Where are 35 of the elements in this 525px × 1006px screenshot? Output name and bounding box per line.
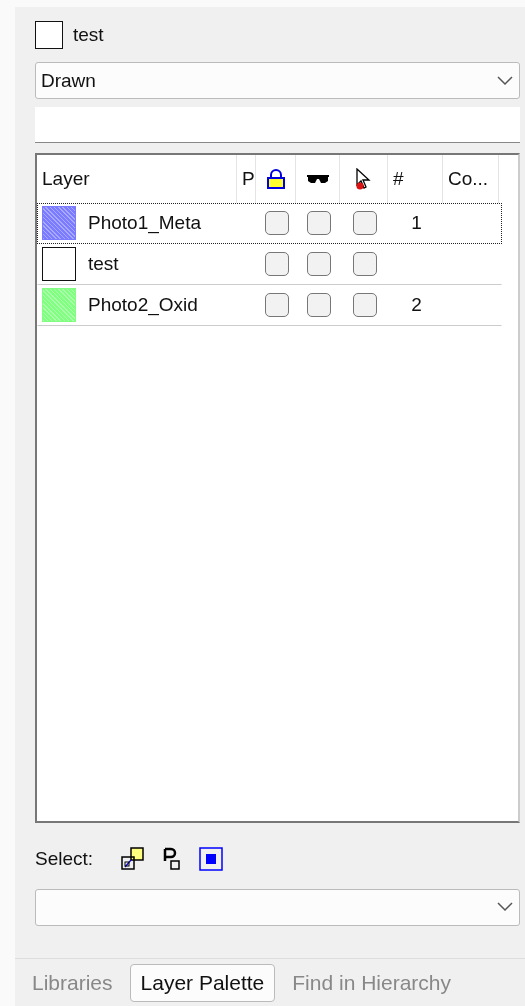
checkbox[interactable]	[265, 211, 289, 236]
column-header[interactable]: Co...	[443, 154, 499, 203]
pin-square-icon[interactable]	[163, 847, 182, 871]
column-header[interactable]: Layer	[37, 154, 237, 203]
checkbox[interactable]	[353, 252, 377, 277]
cursor-icon	[355, 167, 372, 190]
checkbox[interactable]	[353, 293, 377, 318]
column-header[interactable]: P	[237, 154, 256, 203]
overlapping-squares-icon[interactable]	[121, 847, 146, 871]
layer-name: Photo1_Meta	[88, 212, 202, 235]
current-layer-label: test	[73, 23, 104, 46]
select-label: Select:	[35, 848, 94, 870]
filter-field[interactable]	[35, 107, 520, 143]
checkbox[interactable]	[265, 293, 289, 318]
layer-row[interactable]: Photo2_Oxid 2	[37, 284, 502, 326]
tab[interactable]: Layer Palette	[129, 963, 276, 1002]
checkbox[interactable]	[307, 211, 331, 236]
chevron-icon	[497, 902, 513, 913]
view-dropdown[interactable]: Drawn	[35, 62, 520, 100]
checkbox[interactable]	[353, 211, 377, 236]
sunglasses-icon	[306, 173, 329, 184]
checkbox[interactable]	[307, 293, 331, 318]
filled-square-icon[interactable]	[199, 847, 224, 871]
checkbox[interactable]	[265, 252, 289, 277]
layer-row[interactable]: Photo1_Meta 1	[37, 202, 502, 244]
layer-number: 1	[411, 212, 422, 235]
layer-swatch[interactable]	[35, 20, 63, 49]
layer-row[interactable]: test	[37, 243, 502, 285]
layer-number: 2	[411, 294, 422, 317]
column-header[interactable]: #	[388, 154, 443, 203]
layer-name: test	[88, 253, 119, 276]
layer-name: Photo2_Oxid	[88, 294, 198, 317]
chevron-icon	[497, 75, 513, 86]
checkbox[interactable]	[307, 252, 331, 277]
padlock-icon	[265, 168, 286, 189]
